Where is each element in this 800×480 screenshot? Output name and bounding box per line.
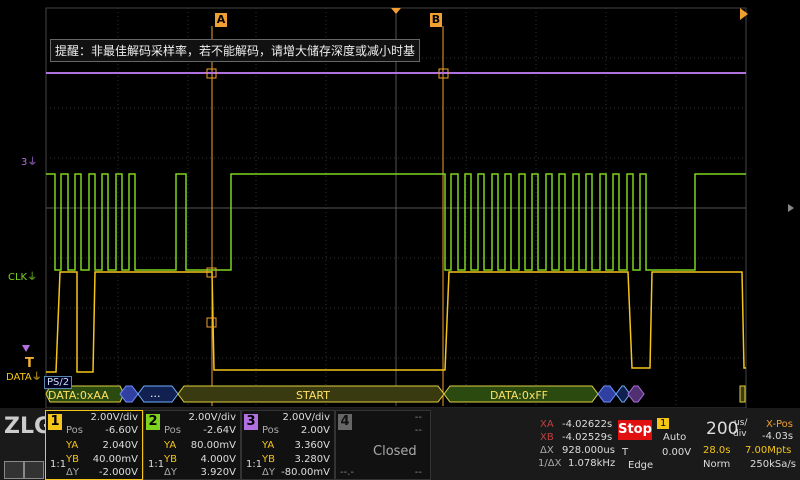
ch4-number: 4 [338, 414, 352, 430]
ch2-dy: 3.920V [200, 467, 236, 478]
dx-value: 928.000us [562, 445, 615, 456]
xpos-label: X-Pos [766, 419, 793, 430]
ch3-dy-label: ΔY [262, 467, 275, 478]
ch3-yb-label: YB [262, 454, 275, 465]
trigger-mode[interactable]: Auto [663, 432, 686, 443]
ch3-probe-ratio: 1:1 [246, 459, 263, 470]
ch4-dy: --.- [340, 467, 355, 478]
ch3-number: 3 [244, 414, 258, 430]
ch1-ya: 2.040V [102, 440, 138, 451]
right-arrow-icon[interactable] [788, 204, 794, 212]
ch3-pos-label: Pos [262, 425, 280, 436]
ch3-scale: 2.00V/div [282, 412, 330, 423]
ch2-yb: 4.000V [200, 454, 236, 465]
trigger-level: 0.00V [662, 447, 692, 458]
ch1-pos: -6.60V [105, 425, 138, 436]
xpos-value[interactable]: -4.03s [762, 431, 793, 442]
ps2-decode-label: PS/2 [44, 376, 73, 389]
ch1-probe-ratio: 1:1 [50, 459, 67, 470]
ch3-offset-marker [22, 345, 30, 352]
ch4-dy-value: -- [414, 467, 422, 478]
home-icon[interactable] [4, 461, 24, 479]
ch1-dy: -2.000V [98, 467, 138, 478]
ch3-yb: 3.280V [294, 454, 330, 465]
acq-time: 28.0s [703, 445, 731, 456]
ch1-pos-label: Pos [66, 425, 84, 436]
ch2-ya-label: YA [164, 440, 177, 451]
ch1-dy-label: ΔY [66, 467, 79, 478]
trigger-level-label: T [622, 447, 629, 458]
trigger-level-marker[interactable]: T [25, 356, 34, 371]
ch2-yb-label: YB [164, 454, 177, 465]
ch1-ya-label: YA [66, 440, 79, 451]
ch3-info-box[interactable]: 3 2.00V/div Pos 2.00V YA 3.360V YB 3.280… [241, 410, 335, 480]
ch1-yb: 40.00mV [92, 454, 138, 465]
ch1-yb-label: YB [66, 454, 79, 465]
ch2-clk-label: CLK⏚ [8, 272, 38, 283]
memory-depth: 7.00Mpts [745, 445, 792, 456]
decode-dots: ... [150, 387, 161, 400]
ch2-number: 2 [146, 414, 160, 430]
zlg-logo: ZLG [4, 414, 53, 439]
ch2-dy-label: ΔY [164, 467, 177, 478]
offscreen-arrow-icon [740, 8, 748, 20]
ch4-pos: -- [414, 425, 422, 436]
ch1-scale: 2.00V/div [90, 412, 138, 423]
timebase-unit-bottom: div [733, 429, 747, 439]
ch3-ya: 3.360V [294, 440, 330, 451]
ch2-scale: 2.00V/div [188, 412, 236, 423]
cursor-b-tag[interactable]: B [430, 13, 442, 27]
run-stop-button[interactable]: Stop [618, 420, 652, 440]
ch4-status: Closed [373, 444, 417, 459]
decode-data-2: DATA:0xFF [490, 389, 549, 402]
ch2-pos-label: Pos [164, 425, 182, 436]
screenshot-icon[interactable] [24, 461, 44, 479]
ch3-pos: 2.00V [300, 425, 330, 436]
trigger-type[interactable]: Edge [628, 460, 653, 471]
decode-warning-tip: 提醒：非最佳解码采样率，若不能解码，请增大储存深度或减小时基 [50, 39, 421, 62]
timebase-unit-top: us/ [734, 418, 748, 428]
trigger-position-marker[interactable] [391, 8, 401, 14]
xa-label: XA [540, 419, 554, 430]
decode-start: START [296, 389, 330, 402]
ch3-dy: -80.00mV [281, 467, 330, 478]
ch2-pos: -2.64V [203, 425, 236, 436]
ch3-label: 3⏚ [21, 157, 38, 168]
trigger-source[interactable]: 1 [657, 418, 670, 429]
ch1-number: 1 [48, 414, 62, 430]
xb-label: XB [540, 432, 554, 443]
ch2-probe-ratio: 1:1 [148, 459, 165, 470]
ch3-ya-label: YA [262, 440, 275, 451]
ch2-info-box[interactable]: 2 2.00V/div Pos -2.64V YA 80.00mV YB 4.0… [143, 410, 241, 480]
xa-value: -4.02622s [562, 419, 613, 430]
cursor-a-tag[interactable]: A [215, 13, 227, 27]
ch4-scale: -- [414, 412, 422, 423]
acq-mode[interactable]: Norm [703, 459, 730, 470]
sample-rate: 250kSa/s [750, 459, 796, 470]
ch2-ya: 80.00mV [190, 440, 236, 451]
decode-data-1: DATA:0xAA [48, 389, 109, 402]
xb-value: -4.02529s [562, 432, 613, 443]
freq-value: 1.078kHz [568, 458, 616, 469]
freq-label: 1/ΔX [538, 458, 562, 469]
ch1-data-label: DATA⏚ [6, 372, 42, 383]
dx-label: ΔX [540, 445, 554, 456]
ch1-info-box[interactable]: 1 2.00V/div Pos -6.60V YA 2.040V YB 40.0… [45, 410, 143, 480]
